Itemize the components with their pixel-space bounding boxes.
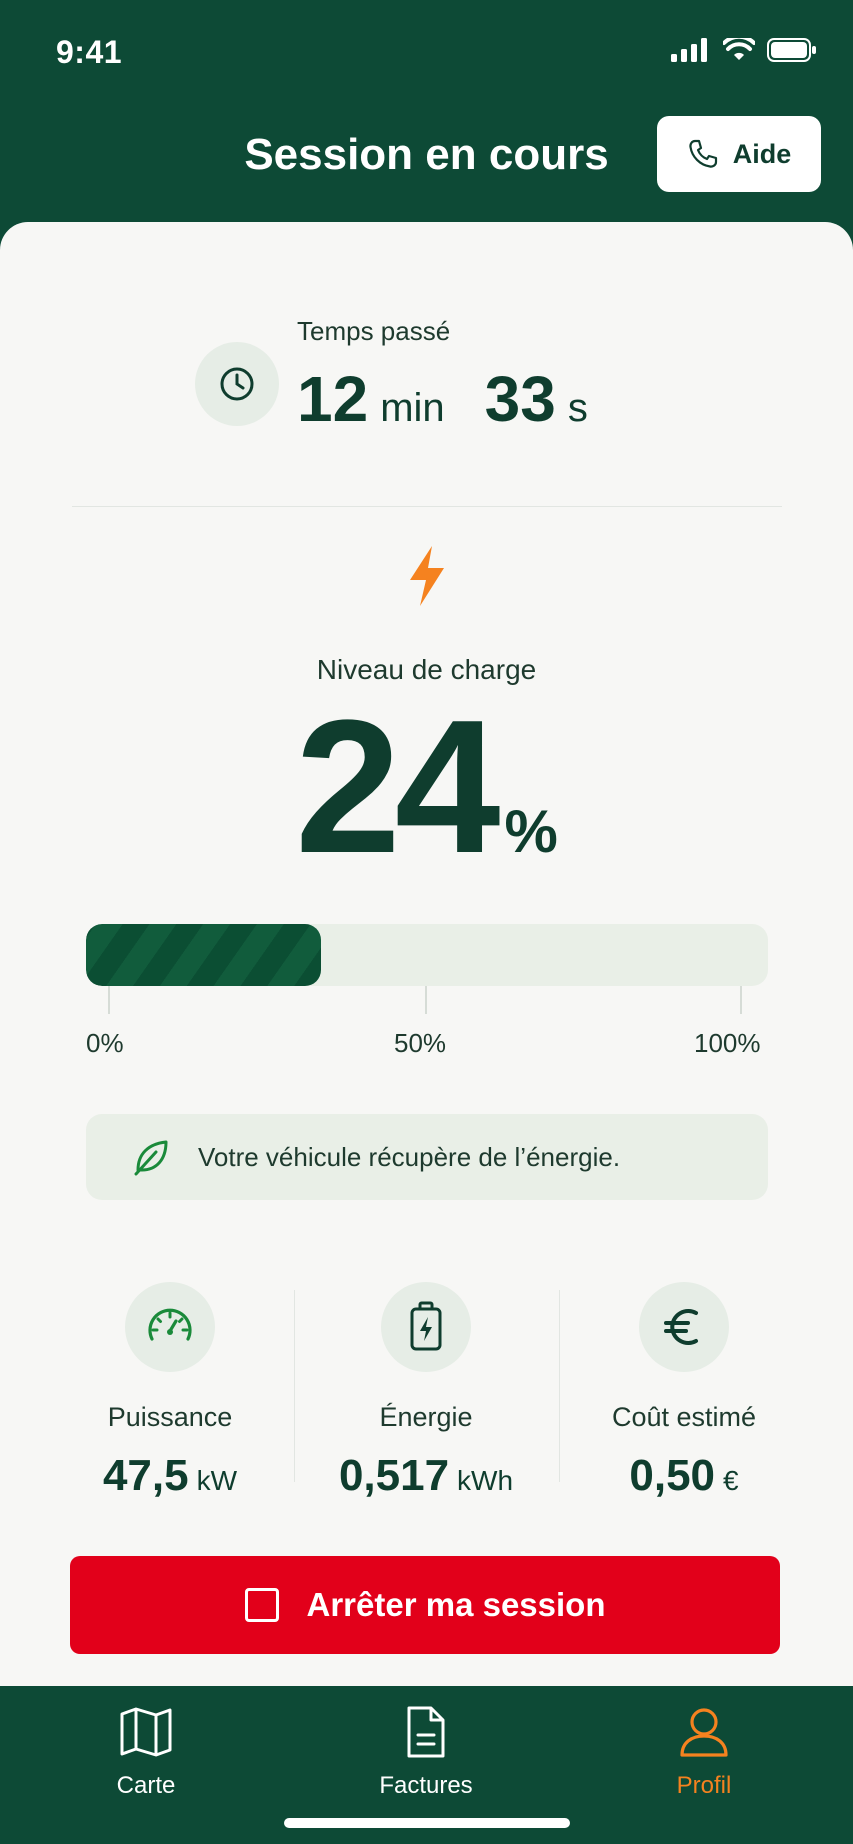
seconds-value: 33 xyxy=(484,363,556,435)
stat-power-badge xyxy=(125,1282,215,1372)
stat-energy: Énergie 0,517 kWh xyxy=(294,1282,558,1501)
seconds-unit: s xyxy=(567,386,588,430)
speedometer-icon xyxy=(148,1308,192,1341)
charge-progress-fill xyxy=(86,924,322,986)
tab-factures[interactable]: Factures xyxy=(326,1704,526,1800)
minutes-value: 12 xyxy=(297,363,369,435)
stat-cost-badge xyxy=(639,1282,729,1372)
battery-charging-icon xyxy=(410,1301,442,1351)
header: Session en cours Aide xyxy=(0,110,853,220)
wifi-icon xyxy=(723,38,755,60)
tab-profil-label: Profil xyxy=(676,1772,732,1799)
tab-carte-label: Carte xyxy=(116,1772,176,1799)
leaf-icon xyxy=(134,1140,168,1176)
stat-energy-unit: kWh xyxy=(457,1465,514,1496)
scale-tick-100 xyxy=(740,986,742,1014)
scale-label-50: 50% xyxy=(394,1028,447,1058)
stop-square-icon xyxy=(244,1588,279,1622)
status-time: 9:41 xyxy=(56,34,123,70)
charge-percent-number: 24 xyxy=(295,681,500,893)
stop-session-label: Arrêter ma session xyxy=(306,1586,606,1623)
document-icon xyxy=(407,1706,445,1758)
lightning-icon xyxy=(410,546,444,606)
tab-carte[interactable]: Carte xyxy=(46,1704,246,1800)
help-button[interactable]: Aide xyxy=(657,116,821,192)
battery-icon xyxy=(767,38,816,62)
stat-cost-value: 0,50 € xyxy=(552,1451,816,1501)
map-icon xyxy=(120,1707,172,1757)
charge-progress-bar xyxy=(86,924,768,986)
stop-session-button[interactable]: Arrêter ma session xyxy=(70,1556,780,1654)
tab-factures-label: Factures xyxy=(379,1772,473,1799)
minutes-unit: min xyxy=(380,386,445,430)
charge-level-value: 24 % xyxy=(0,692,853,882)
clock-icon xyxy=(220,367,254,401)
phone-icon xyxy=(689,139,717,168)
euro-icon xyxy=(664,1309,698,1345)
stat-power: Puissance 47,5 kW xyxy=(38,1282,302,1501)
stats-row: Puissance 47,5 kW Énergie 0,517 kWh Coût… xyxy=(0,1282,853,1500)
stat-cost-unit: € xyxy=(723,1465,739,1496)
scale-label-0: 0% xyxy=(86,1028,124,1058)
scale-tick-0 xyxy=(108,986,110,1014)
charge-percent-unit: % xyxy=(504,798,558,865)
stat-power-number: 47,5 xyxy=(102,1451,189,1500)
stat-power-label: Puissance xyxy=(107,1402,233,1432)
status-icons xyxy=(671,38,817,62)
stat-energy-badge xyxy=(381,1282,471,1372)
divider xyxy=(72,506,782,507)
energy-info-text: Votre véhicule récupère de l’énergie. xyxy=(198,1141,621,1172)
profile-icon xyxy=(680,1708,728,1757)
stat-energy-label: Énergie xyxy=(379,1402,473,1432)
scale-tick-50 xyxy=(425,986,427,1014)
stat-energy-value: 0,517 kWh xyxy=(294,1451,558,1501)
stat-energy-number: 0,517 xyxy=(338,1451,450,1500)
stat-power-unit: kW xyxy=(196,1465,238,1496)
home-indicator xyxy=(284,1818,570,1828)
signal-icon xyxy=(671,38,707,62)
stat-cost-label: Coût estimé xyxy=(611,1402,757,1432)
stat-cost: Coût estimé 0,50 € xyxy=(552,1282,816,1501)
scale-label-100: 100% xyxy=(694,1028,761,1058)
elapsed-time-value: 12 min 33 s xyxy=(297,362,616,436)
elapsed-time-label: Temps passé xyxy=(297,316,451,346)
session-card: Temps passé 12 min 33 s Niveau de charge… xyxy=(0,222,853,1686)
status-bar: 9:41 xyxy=(0,0,853,110)
clock-badge xyxy=(195,342,279,426)
tab-profil[interactable]: Profil xyxy=(604,1704,804,1800)
energy-info-banner: Votre véhicule récupère de l’énergie. xyxy=(86,1114,768,1200)
stat-power-value: 47,5 kW xyxy=(38,1451,302,1501)
stat-cost-number: 0,50 xyxy=(629,1451,716,1500)
help-label: Aide xyxy=(732,138,792,169)
